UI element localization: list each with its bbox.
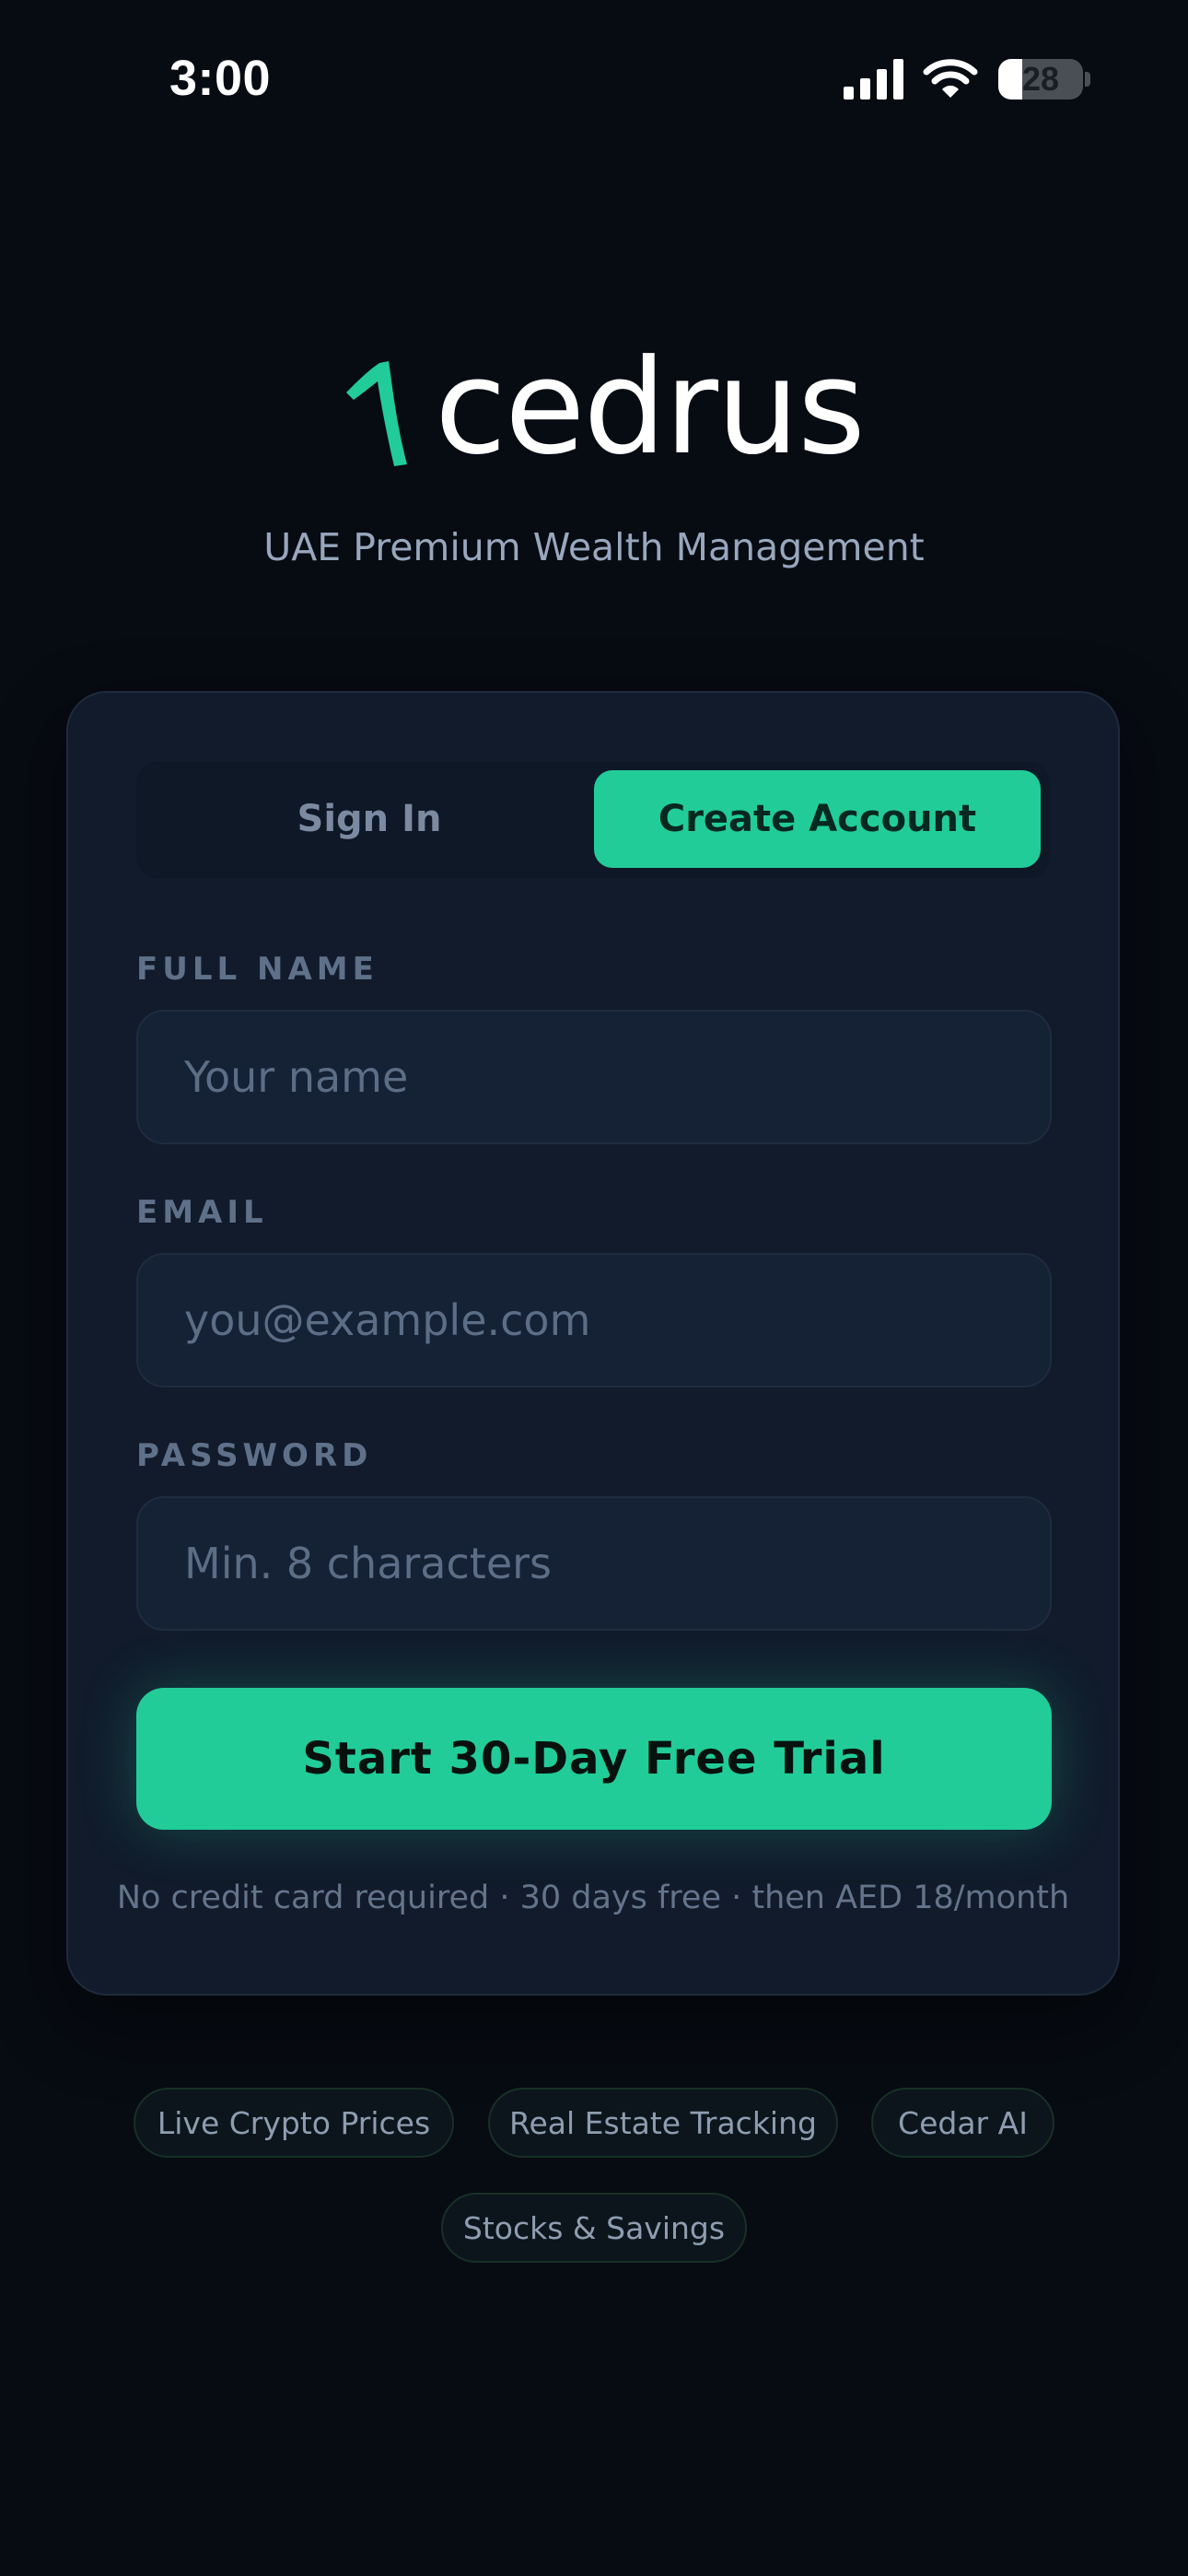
battery-level: 28 <box>1021 60 1060 98</box>
battery-nub <box>1085 72 1090 87</box>
status-time: 3:00 <box>169 51 272 106</box>
battery-icon: 28 <box>998 59 1083 100</box>
cedar-branch-logo-icon <box>346 361 407 466</box>
full-name-label: FULL NAME <box>136 951 379 988</box>
tab-create-account[interactable]: Create Account <box>594 770 1041 868</box>
feature-chip-stocks-savings: Stocks & Savings <box>441 2193 747 2263</box>
email-label: EMAIL <box>136 1194 268 1231</box>
full-name-field[interactable] <box>136 1010 1052 1144</box>
feature-chip-cedar-ai: Cedar AI <box>871 2088 1054 2158</box>
wifi-icon <box>923 59 978 98</box>
password-field[interactable] <box>136 1496 1052 1631</box>
brand-tagline: UAE Premium Wealth Management <box>263 525 925 569</box>
email-field[interactable] <box>136 1253 1052 1388</box>
feature-chip-real-estate: Real Estate Tracking <box>488 2088 838 2158</box>
cellular-signal-icon <box>844 59 903 100</box>
brand-wordmark: cedrus <box>435 332 866 484</box>
feature-chip-live-crypto: Live Crypto Prices <box>134 2088 454 2158</box>
start-free-trial-button[interactable]: Start 30-Day Free Trial <box>136 1688 1052 1830</box>
trial-fineprint: No credit card required · 30 days free ·… <box>116 1879 1070 1916</box>
password-label: PASSWORD <box>136 1437 373 1474</box>
tab-sign-in[interactable]: Sign In <box>136 770 602 868</box>
